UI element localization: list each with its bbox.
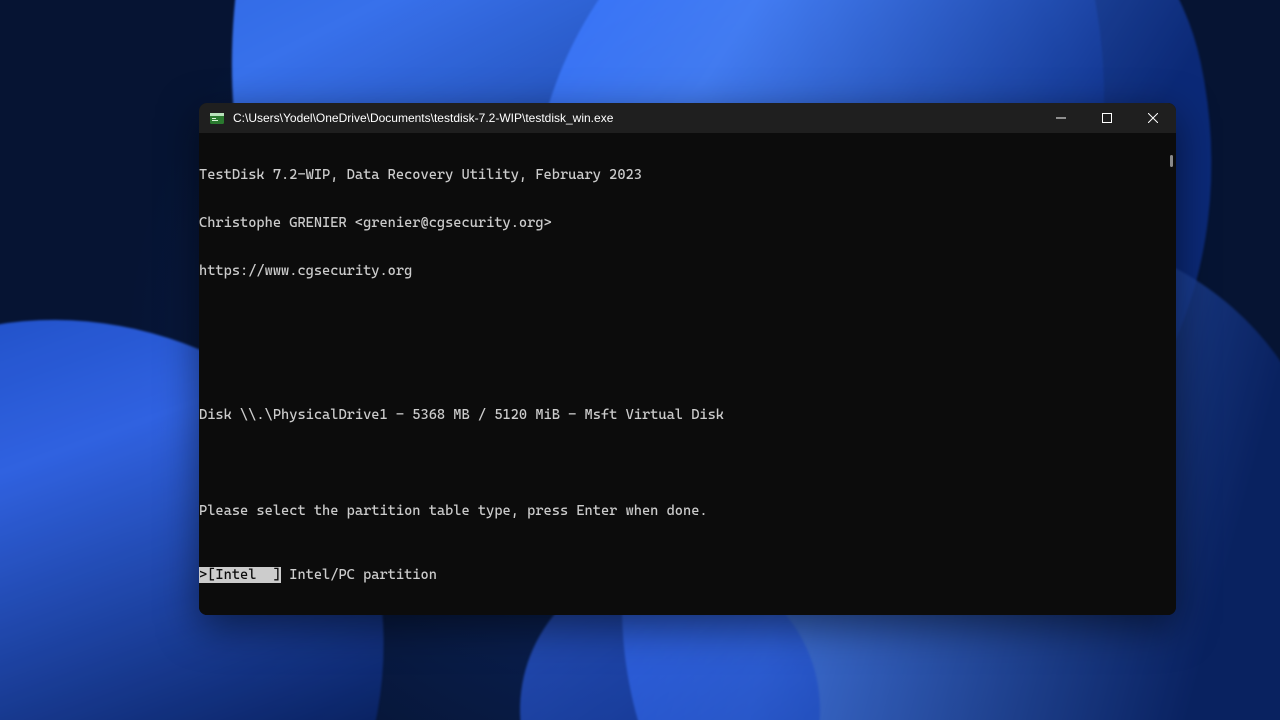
app-icon <box>209 110 225 126</box>
scrollbar-thumb[interactable] <box>1170 155 1173 167</box>
menu-key: [Intel ] <box>207 567 281 583</box>
menu-item-intel[interactable]: >[Intel ] Intel/PC partition <box>199 567 1176 583</box>
header-line: TestDisk 7.2-WIP, Data Recovery Utility,… <box>199 167 642 183</box>
window-title: C:\Users\Yodel\OneDrive\Documents\testdi… <box>233 111 613 125</box>
disk-info: Disk \\.\PhysicalDrive1 - 5368 MB / 5120… <box>199 407 724 423</box>
desktop-wallpaper: C:\Users\Yodel\OneDrive\Documents\testdi… <box>0 0 1280 720</box>
console-window: C:\Users\Yodel\OneDrive\Documents\testdi… <box>199 103 1176 615</box>
close-button[interactable] <box>1130 103 1176 133</box>
terminal-output[interactable]: TestDisk 7.2-WIP, Data Recovery Utility,… <box>199 133 1176 615</box>
menu-desc: Intel/PC partition <box>289 567 437 583</box>
prompt-text: Please select the partition table type, … <box>199 503 708 519</box>
header-line: Christophe GRENIER <grenier@cgsecurity.o… <box>199 215 552 231</box>
maximize-button[interactable] <box>1084 103 1130 133</box>
titlebar[interactable]: C:\Users\Yodel\OneDrive\Documents\testdi… <box>199 103 1176 133</box>
header-line: https://www.cgsecurity.org <box>199 263 412 279</box>
selection-marker: > <box>199 567 207 583</box>
minimize-button[interactable] <box>1038 103 1084 133</box>
